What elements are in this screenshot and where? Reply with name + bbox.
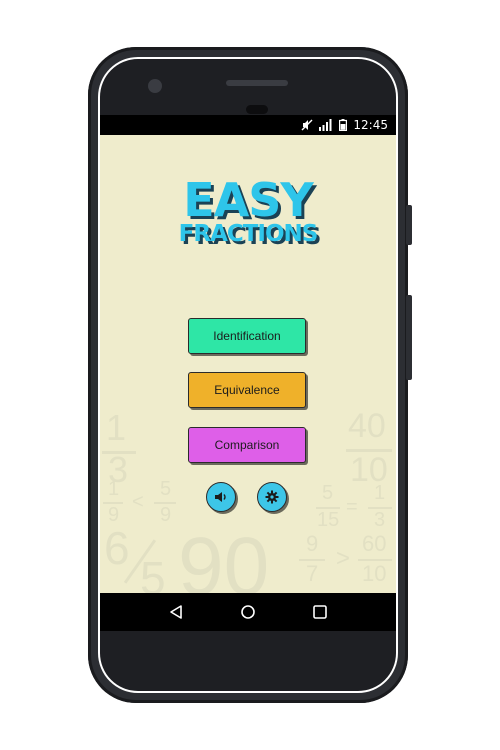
comparison-button[interactable]: Comparison xyxy=(188,427,306,463)
decor-right-equal-b-num: 1 xyxy=(374,482,386,504)
decor-left-compare-symbol: < xyxy=(132,491,144,513)
app-title-fractions: FRACTIONS xyxy=(178,221,319,247)
decor-right-equal-b-den: 3 xyxy=(374,509,386,531)
decor-center-number: 90 xyxy=(178,521,270,593)
decor-right-top-num: 40 xyxy=(348,407,386,445)
back-icon[interactable] xyxy=(168,604,184,620)
home-icon[interactable] xyxy=(240,604,256,620)
decor-right-equal-a-den: 15 xyxy=(317,509,340,531)
decor-left-top-num: 1 xyxy=(106,407,127,448)
power-button xyxy=(406,205,412,245)
decor-right-compare-symbol: > xyxy=(336,545,351,572)
decor-right-compare-a-den: 7 xyxy=(306,561,319,586)
decor-left-bottom-num: 6 xyxy=(104,522,130,574)
app-main-screen: 1 3 1 9 < 5 9 6 5 90 40 10 5 15 = 1 3 9 xyxy=(100,135,396,593)
decor-left-compare-b-num: 5 xyxy=(160,478,172,500)
signal-icon xyxy=(319,119,332,131)
screen: 12:45 1 3 1 9 < 5 9 6 5 90 40 10 5 15 = xyxy=(100,115,396,631)
volume-button xyxy=(406,295,412,380)
mute-icon xyxy=(301,119,313,131)
decor-right-equal-a-num: 5 xyxy=(322,482,334,504)
recents-icon[interactable] xyxy=(312,604,328,620)
settings-button[interactable] xyxy=(257,482,287,512)
status-time: 12:45 xyxy=(353,118,388,132)
top-speaker-grille xyxy=(226,80,288,86)
status-bar: 12:45 xyxy=(100,115,396,135)
gear-icon xyxy=(265,490,279,504)
identification-button[interactable]: Identification xyxy=(188,318,306,354)
front-camera xyxy=(148,79,162,93)
equivalence-button[interactable]: Equivalence xyxy=(188,372,306,408)
decor-right-compare-b-num: 60 xyxy=(362,531,387,556)
battery-icon xyxy=(339,119,348,131)
android-nav-bar xyxy=(100,593,396,631)
decor-left-bottom-den: 5 xyxy=(140,552,166,593)
earpiece xyxy=(246,105,268,114)
speaker-icon xyxy=(215,492,226,502)
decor-left-compare-a-num: 1 xyxy=(108,478,120,500)
decor-right-equal-symbol: = xyxy=(346,496,358,518)
decor-right-compare-b-den: 10 xyxy=(362,561,387,586)
sound-button[interactable] xyxy=(206,482,236,512)
decor-left-compare-b-den: 9 xyxy=(160,504,172,526)
app-title-easy: EASY xyxy=(183,173,313,227)
decor-right-compare-a-num: 9 xyxy=(306,531,319,556)
